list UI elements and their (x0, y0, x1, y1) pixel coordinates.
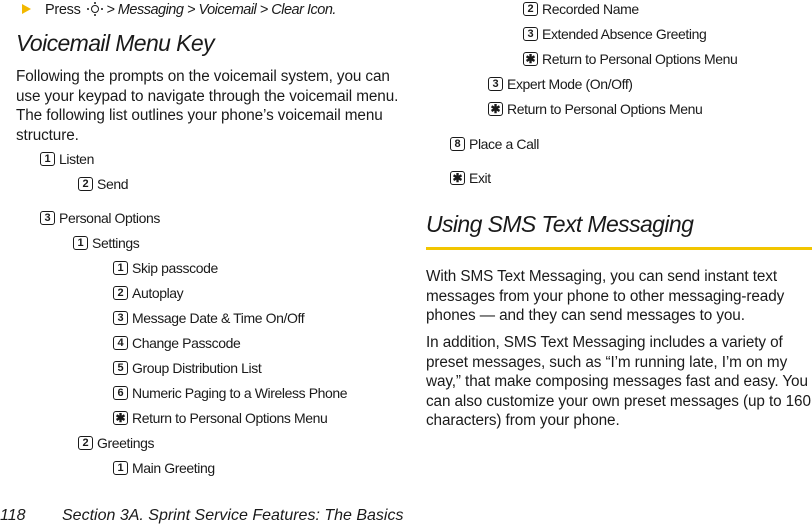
menu-item: ✱ Return to Personal Options Menu (523, 51, 738, 67)
key-icon: 6 (113, 386, 128, 400)
section-rule (426, 247, 812, 250)
voicemail-intro: Following the prompts on the voicemail s… (16, 68, 399, 144)
key-icon: 8 (450, 137, 465, 151)
menu-item: 4 Change Passcode (113, 335, 241, 351)
menu-item: 2 Recorded Name (523, 1, 639, 17)
bullet-triangle-icon (22, 4, 31, 14)
menu-item: 1 Skip passcode (113, 260, 218, 276)
menu-item: 5 Group Distribution List (113, 360, 262, 376)
key-icon: 4 (113, 336, 128, 350)
nav-instruction: Press > Messaging > Voicemail > Clear Ic… (22, 2, 336, 18)
page-number: 118 (0, 507, 26, 524)
menu-item: 3 Expert Mode (On/Off) (488, 76, 633, 92)
section-title-sms: Using SMS Text Messaging (426, 211, 694, 237)
menu-item: 8 Place a Call (450, 136, 539, 152)
key-icon: 3 (523, 27, 538, 41)
sms-paragraph: In addition, SMS Text Messaging includes… (426, 334, 811, 429)
star-key-icon: ✱ (113, 411, 128, 425)
key-icon: 2 (523, 2, 538, 16)
menu-item: 2 Autoplay (113, 285, 184, 301)
menu-item: 3 Extended Absence Greeting (523, 26, 707, 42)
menu-item: ✱ Return to Personal Options Menu (113, 410, 328, 426)
menu-item: 1 Settings (73, 235, 140, 251)
key-icon: 3 (40, 211, 55, 225)
key-icon: 3 (113, 311, 128, 325)
page-footer: 118 Section 3A. Sprint Service Features: … (0, 507, 403, 525)
menu-item: 2 Send (78, 176, 129, 192)
menu-item: 3 Personal Options (40, 210, 160, 226)
menu-item: ✱ Exit (450, 170, 491, 186)
sms-paragraph: With SMS Text Messaging, you can send in… (426, 268, 785, 324)
key-icon: 1 (113, 261, 128, 275)
nav-prefix: Press (45, 2, 81, 18)
key-icon: 1 (40, 152, 55, 166)
nav-path: > Messaging > Voicemail > Clear Icon. (106, 2, 336, 18)
menu-item: 3 Message Date & Time On/Off (113, 310, 305, 326)
menu-item: ✱ Return to Personal Options Menu (488, 101, 703, 117)
key-icon: 3 (488, 77, 503, 91)
nav-key-icon (87, 2, 104, 16)
star-key-icon: ✱ (523, 52, 538, 66)
menu-item: 6 Numeric Paging to a Wireless Phone (113, 385, 348, 401)
menu-item: 1 Listen (40, 151, 94, 167)
key-icon: 2 (78, 177, 93, 191)
key-icon: 5 (113, 361, 128, 375)
star-key-icon: ✱ (488, 102, 503, 116)
section-title-voicemail-menu: Voicemail Menu Key (16, 30, 215, 56)
star-key-icon: ✱ (450, 171, 465, 185)
menu-item: 2 Greetings (78, 435, 155, 451)
key-icon: 2 (78, 436, 93, 450)
key-icon: 1 (73, 236, 88, 250)
footer-section-title: Section 3A. Sprint Service Features: The… (62, 507, 404, 524)
key-icon: 1 (113, 461, 128, 475)
menu-item: 1 Main Greeting (113, 460, 215, 476)
key-icon: 2 (113, 286, 128, 300)
